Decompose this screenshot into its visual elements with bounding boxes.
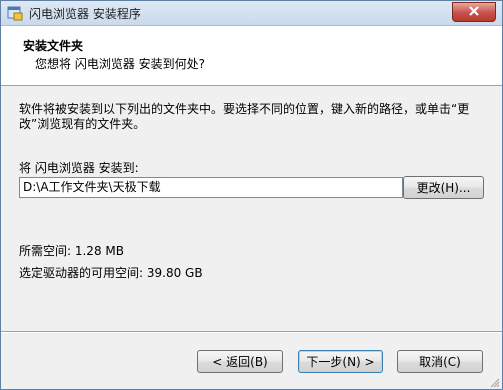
required-space-text: 所需空间: 1.28 MB — [19, 244, 124, 258]
cancel-button[interactable]: 取消(C) — [397, 350, 483, 373]
description-text: 软件将被安装到以下列出的文件夹中。要选择不同的位置，键入新的路径，或单击“更改”… — [19, 102, 470, 131]
installer-window: 闪电浏览器 安装程序 安装文件夹 您想将 闪电浏览器 安装到何处? 软件将被安装… — [0, 0, 503, 390]
available-space-text: 选定驱动器的可用空间: 39.80 GB — [19, 266, 203, 280]
window-title: 闪电浏览器 安装程序 — [29, 7, 141, 21]
back-button[interactable]: < 返回(B) — [197, 350, 283, 373]
header-panel: 安装文件夹 您想将 闪电浏览器 安装到何处? — [1, 26, 502, 86]
install-path-field[interactable]: D:\A工作文件夹\天极下载 — [19, 177, 403, 198]
close-icon — [468, 5, 480, 20]
install-path-label: 将 闪电浏览器 安装到: — [19, 161, 139, 175]
title-bar[interactable]: 闪电浏览器 安装程序 — [1, 1, 502, 26]
change-folder-button[interactable]: 更改(H)... — [403, 176, 484, 199]
resize-grip-icon[interactable] — [490, 377, 500, 388]
page-subtitle: 您想将 闪电浏览器 安装到何处? — [35, 57, 205, 71]
page-title: 安装文件夹 — [23, 39, 84, 53]
close-button[interactable] — [452, 2, 496, 22]
installer-app-icon — [7, 5, 23, 21]
footer-divider — [1, 331, 502, 333]
next-button[interactable]: 下一步(N) > — [298, 350, 383, 373]
